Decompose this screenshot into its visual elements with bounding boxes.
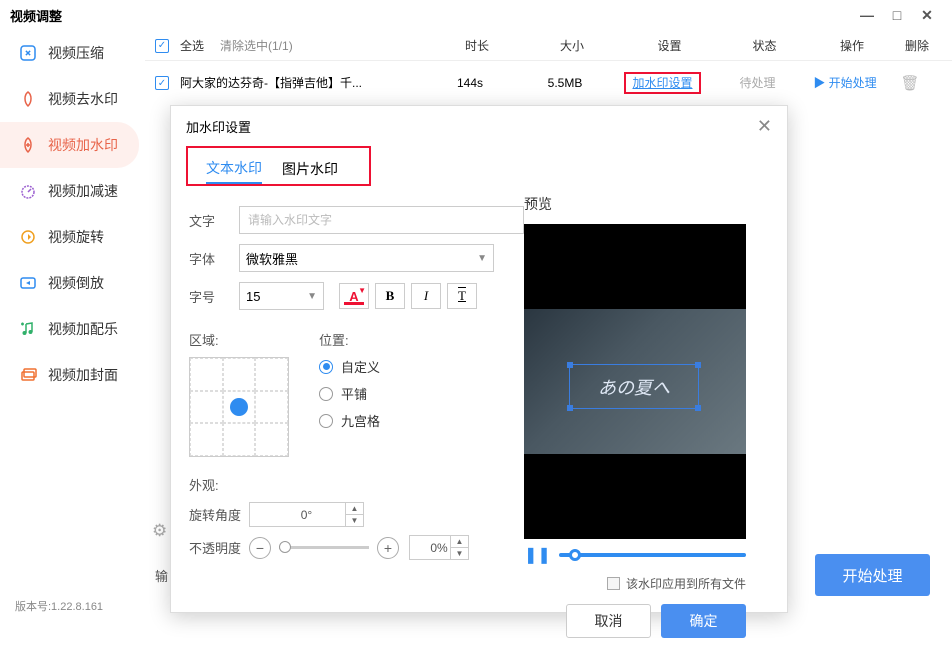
opacity-minus-button[interactable]: − — [249, 537, 271, 559]
font-label: 字体 — [189, 249, 239, 268]
maximize-button[interactable]: □ — [882, 5, 912, 25]
position-grid-radio[interactable]: 九宫格 — [319, 411, 380, 430]
sidebar-item-remove-watermark[interactable]: 视频去水印 — [0, 76, 145, 122]
opacity-plus-button[interactable]: + — [377, 537, 399, 559]
cancel-button[interactable]: 取消 — [566, 604, 651, 638]
ok-button[interactable]: 确定 — [661, 604, 746, 638]
minimize-button[interactable]: — — [852, 5, 882, 25]
sidebar-item-label: 视频倒放 — [48, 273, 104, 293]
output-label: 输 — [155, 566, 168, 585]
sidebar-item-cover[interactable]: 视频加封面 — [0, 352, 145, 398]
version-label: 版本号:1.22.8.161 — [15, 598, 103, 614]
settings-gear-icon[interactable]: ⚙ — [152, 521, 167, 541]
window-title: 视频调整 — [10, 6, 62, 25]
sidebar-item-label: 视频旋转 — [48, 227, 104, 247]
col-action: 操作 — [812, 37, 892, 54]
area-center-dot[interactable] — [223, 391, 256, 424]
compress-icon — [18, 43, 38, 63]
spin-down[interactable]: ▼ — [451, 548, 468, 559]
apply-all-label: 该水印应用到所有文件 — [626, 575, 746, 592]
bold-button[interactable]: B — [375, 283, 405, 309]
underline-button[interactable]: T — [447, 283, 477, 309]
sidebar-item-add-watermark[interactable]: 视频加水印 — [0, 122, 139, 168]
sidebar-item-label: 视频压缩 — [48, 43, 104, 63]
sidebar-item-label: 视频加封面 — [48, 365, 118, 385]
sidebar-item-compress[interactable]: 视频压缩 — [0, 30, 145, 76]
row-duration: 144s — [425, 76, 515, 90]
spin-up[interactable]: ▲ — [346, 503, 363, 515]
preview-label: 预览 — [524, 194, 769, 214]
sidebar-item-music[interactable]: 视频加配乐 — [0, 306, 145, 352]
position-tile-radio[interactable]: 平铺 — [319, 384, 380, 403]
sidebar-item-label: 视频加配乐 — [48, 319, 118, 339]
row-size: 5.5MB — [515, 76, 615, 90]
add-watermark-icon — [18, 135, 38, 155]
watermark-tabs: 文本水印 图片水印 — [186, 146, 371, 186]
tab-image-watermark[interactable]: 图片水印 — [282, 159, 338, 183]
reverse-icon — [18, 273, 38, 293]
italic-button[interactable]: I — [411, 283, 441, 309]
close-button[interactable]: ✕ — [912, 5, 942, 25]
opacity-spinner[interactable]: 0% ▲▼ — [409, 535, 469, 560]
font-select[interactable]: 微软雅黑▼ — [239, 244, 494, 272]
preview-area[interactable]: あの夏へ — [524, 224, 746, 539]
speed-icon — [18, 181, 38, 201]
row-status: 待处理 — [710, 74, 805, 91]
area-label: 区域: — [189, 330, 289, 349]
modal-close-button[interactable]: ✕ — [757, 116, 772, 137]
rotation-label: 旋转角度 — [189, 505, 249, 524]
table-header: ✓ 全选 清除选中(1/1) 时长 大小 设置 状态 操作 删除 — [145, 30, 952, 60]
appearance-label: 外观: — [189, 475, 524, 494]
spin-up[interactable]: ▲ — [451, 536, 468, 548]
clear-selection-link[interactable]: 清除选中(1/1) — [220, 37, 293, 54]
cover-icon — [18, 365, 38, 385]
watermark-box[interactable]: あの夏へ — [569, 364, 699, 409]
rotation-spinner[interactable]: 0° ▲▼ — [249, 502, 364, 527]
row-delete-button[interactable]: 🗑 — [900, 75, 919, 92]
fontsize-select[interactable]: 15▼ — [239, 282, 324, 310]
row-settings-link[interactable]: 加水印设置 — [624, 72, 700, 94]
modal-title: 加水印设置 — [186, 117, 251, 136]
position-custom-radio[interactable]: 自定义 — [319, 357, 380, 376]
sidebar-item-label: 视频去水印 — [48, 89, 118, 109]
watermark-settings-modal: 加水印设置 ✕ 文本水印 图片水印 文字 字体 微软雅黑▼ 字号 15▼ — [170, 105, 788, 613]
sidebar-item-reverse[interactable]: 视频倒放 — [0, 260, 145, 306]
chevron-down-icon: ▼ — [477, 253, 487, 264]
spin-down[interactable]: ▼ — [346, 515, 363, 526]
row-start-link[interactable]: ▶ 开始处理 — [813, 76, 876, 90]
size-label: 字号 — [189, 287, 239, 306]
col-size: 大小 — [522, 37, 622, 54]
position-label: 位置: — [319, 330, 380, 349]
tab-text-watermark[interactable]: 文本水印 — [206, 158, 262, 184]
font-color-button[interactable]: A▼ — [339, 283, 369, 309]
progress-track[interactable] — [559, 553, 746, 557]
col-status: 状态 — [717, 37, 812, 54]
row-filename: 阿大家的达芬奇-【指弹吉他】千... — [180, 74, 425, 91]
rotate-icon — [18, 227, 38, 247]
chevron-down-icon: ▼ — [307, 291, 317, 302]
sidebar-item-label: 视频加水印 — [48, 135, 118, 155]
start-processing-button[interactable]: 开始处理 — [815, 554, 930, 596]
sidebar-item-speed[interactable]: 视频加减速 — [0, 168, 145, 214]
area-grid[interactable] — [189, 357, 289, 457]
col-delete: 删除 — [892, 37, 942, 54]
opacity-slider[interactable] — [279, 546, 369, 549]
row-checkbox[interactable]: ✓ — [155, 76, 169, 90]
select-all-checkbox[interactable]: ✓ — [155, 39, 169, 53]
progress-thumb[interactable] — [569, 549, 581, 561]
apply-all-checkbox[interactable] — [607, 577, 620, 590]
col-duration: 时长 — [432, 37, 522, 54]
pause-button[interactable]: ❚❚ — [524, 545, 551, 565]
remove-watermark-icon — [18, 89, 38, 109]
sidebar: 视频压缩 视频去水印 视频加水印 视频加减速 视频旋转 视频倒放 视频加配乐 视… — [0, 30, 145, 591]
select-all-label[interactable]: 全选 — [180, 37, 204, 54]
sidebar-item-rotate[interactable]: 视频旋转 — [0, 214, 145, 260]
col-settings: 设置 — [622, 37, 717, 54]
text-label: 文字 — [189, 211, 239, 230]
opacity-label: 不透明度 — [189, 538, 249, 557]
watermark-text-input[interactable] — [239, 206, 524, 234]
table-row: ✓ 阿大家的达芬奇-【指弹吉他】千... 144s 5.5MB 加水印设置 待处… — [145, 60, 952, 104]
sidebar-item-label: 视频加减速 — [48, 181, 118, 201]
music-icon — [18, 319, 38, 339]
